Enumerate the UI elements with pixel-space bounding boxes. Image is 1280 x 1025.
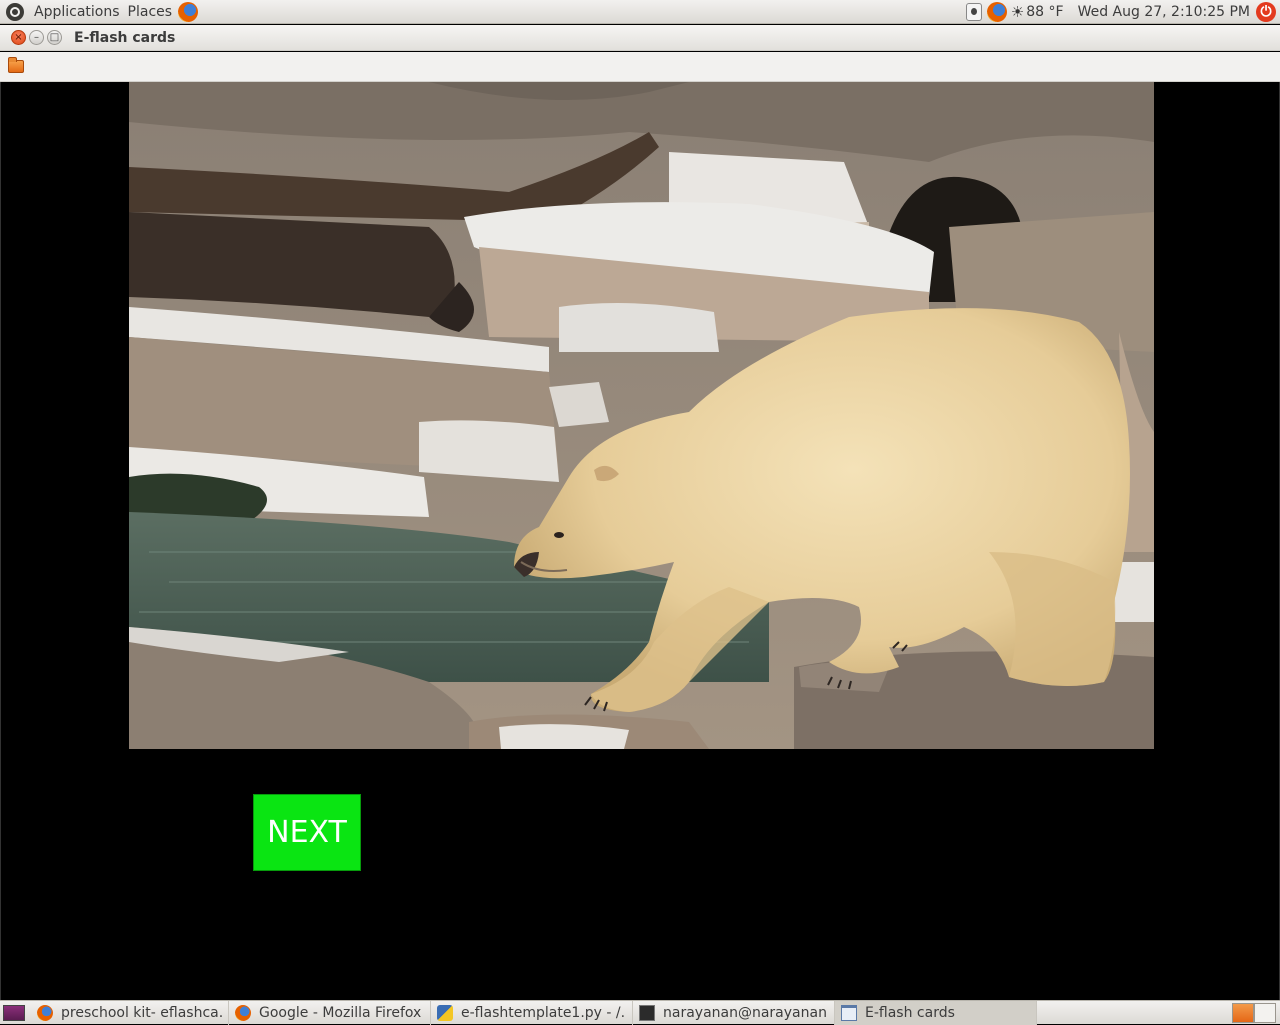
next-button[interactable]: NEXT — [253, 794, 361, 871]
window-title: E-flash cards — [74, 29, 176, 46]
taskbar-item-eflashtemplate[interactable]: e-flashtemplate1.py - /... — [431, 1000, 633, 1025]
tray-app-icon[interactable] — [965, 2, 982, 21]
firefox-icon — [235, 1004, 251, 1021]
firefox-launcher-icon[interactable] — [178, 1, 199, 22]
clock[interactable]: Wed Aug 27, 2:10:25 PM — [1078, 4, 1250, 20]
top-panel: Applications Places ☀ 88 °F Wed Aug 27, … — [0, 0, 1280, 24]
sun-cloud-icon[interactable]: ☀ — [1011, 3, 1024, 21]
close-window-button[interactable]: × — [11, 30, 26, 45]
minimize-window-button[interactable]: – — [29, 30, 44, 45]
taskbar-item-label: narayanan@narayanan... — [663, 1004, 828, 1021]
firefox-icon — [37, 1004, 53, 1021]
open-folder-icon[interactable] — [8, 57, 24, 73]
taskbar-item-label: E-flash cards — [865, 1004, 955, 1021]
window-titlebar[interactable]: × – □ E-flash cards — [0, 25, 1280, 51]
workspace-2[interactable] — [1254, 1002, 1276, 1023]
taskbar-item-preschool-kit[interactable]: preschool kit- eflashca... — [31, 1000, 229, 1025]
panel-right: ☀ 88 °F Wed Aug 27, 2:10:25 PM ⏻ — [963, 0, 1280, 24]
window-icon — [841, 1004, 857, 1021]
workspace-1[interactable] — [1232, 1002, 1254, 1023]
flash-card-image — [129, 82, 1154, 749]
bottom-taskbar: preschool kit- eflashca... Google - Mozi… — [0, 1000, 1280, 1025]
ubuntu-logo-icon[interactable] — [6, 2, 24, 21]
taskbar-item-label: Google - Mozilla Firefox — [259, 1004, 422, 1021]
polar-bear-photo — [129, 82, 1154, 749]
show-desktop-icon[interactable] — [3, 1004, 25, 1021]
maximize-window-button[interactable]: □ — [47, 30, 62, 45]
weather-temperature[interactable]: 88 °F — [1026, 4, 1063, 20]
terminal-icon — [639, 1004, 655, 1021]
taskbar-item-google-firefox[interactable]: Google - Mozilla Firefox — [229, 1000, 431, 1025]
flash-card-canvas: NEXT — [0, 82, 1280, 1000]
taskbar-item-terminal[interactable]: narayanan@narayanan... — [633, 1000, 835, 1025]
taskbar-item-label: preschool kit- eflashca... — [61, 1004, 222, 1021]
places-menu[interactable]: Places — [124, 4, 177, 20]
toolbar — [0, 52, 1280, 82]
panel-left: Applications Places — [0, 0, 199, 24]
workspace-switcher — [1232, 1002, 1276, 1023]
python-file-icon — [437, 1004, 453, 1021]
power-icon[interactable]: ⏻ — [1256, 1, 1276, 22]
applications-menu[interactable]: Applications — [30, 4, 124, 20]
taskbar-item-eflash-cards[interactable]: E-flash cards — [835, 1000, 1037, 1025]
firefox-tray-icon[interactable] — [986, 1, 1007, 22]
taskbar-item-label: e-flashtemplate1.py - /... — [461, 1004, 626, 1021]
